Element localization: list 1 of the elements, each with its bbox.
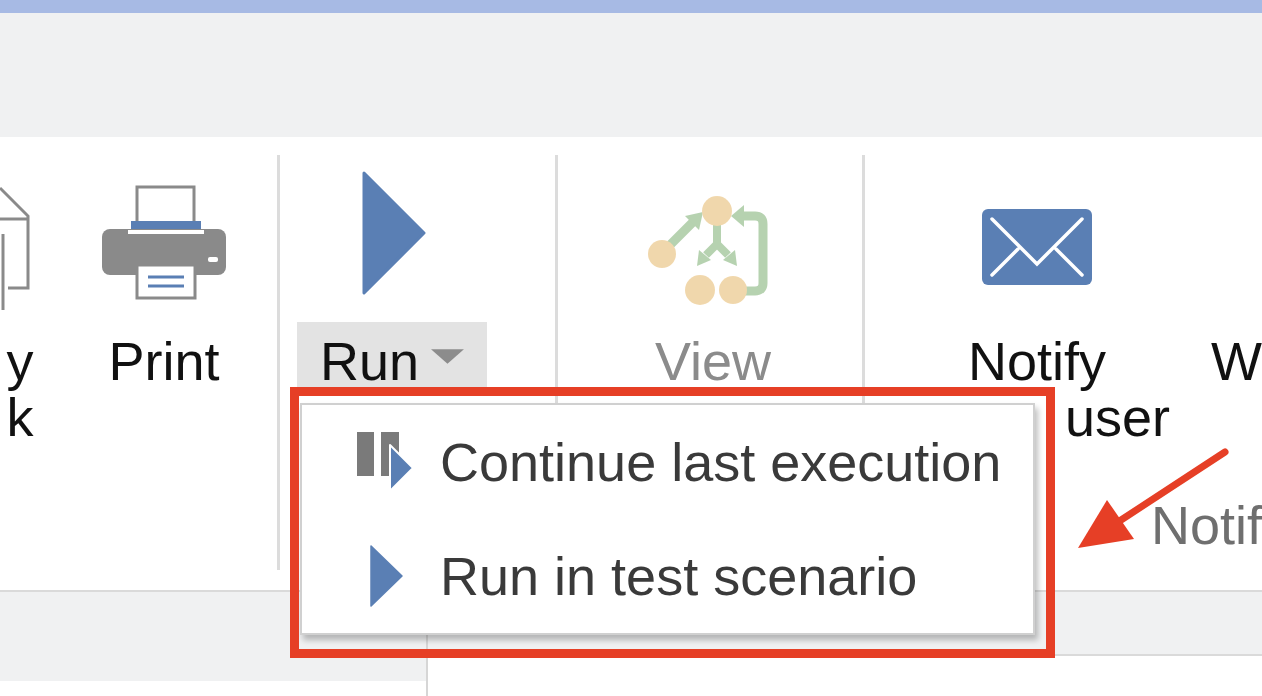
group-label: Notif (1150, 497, 1262, 553)
